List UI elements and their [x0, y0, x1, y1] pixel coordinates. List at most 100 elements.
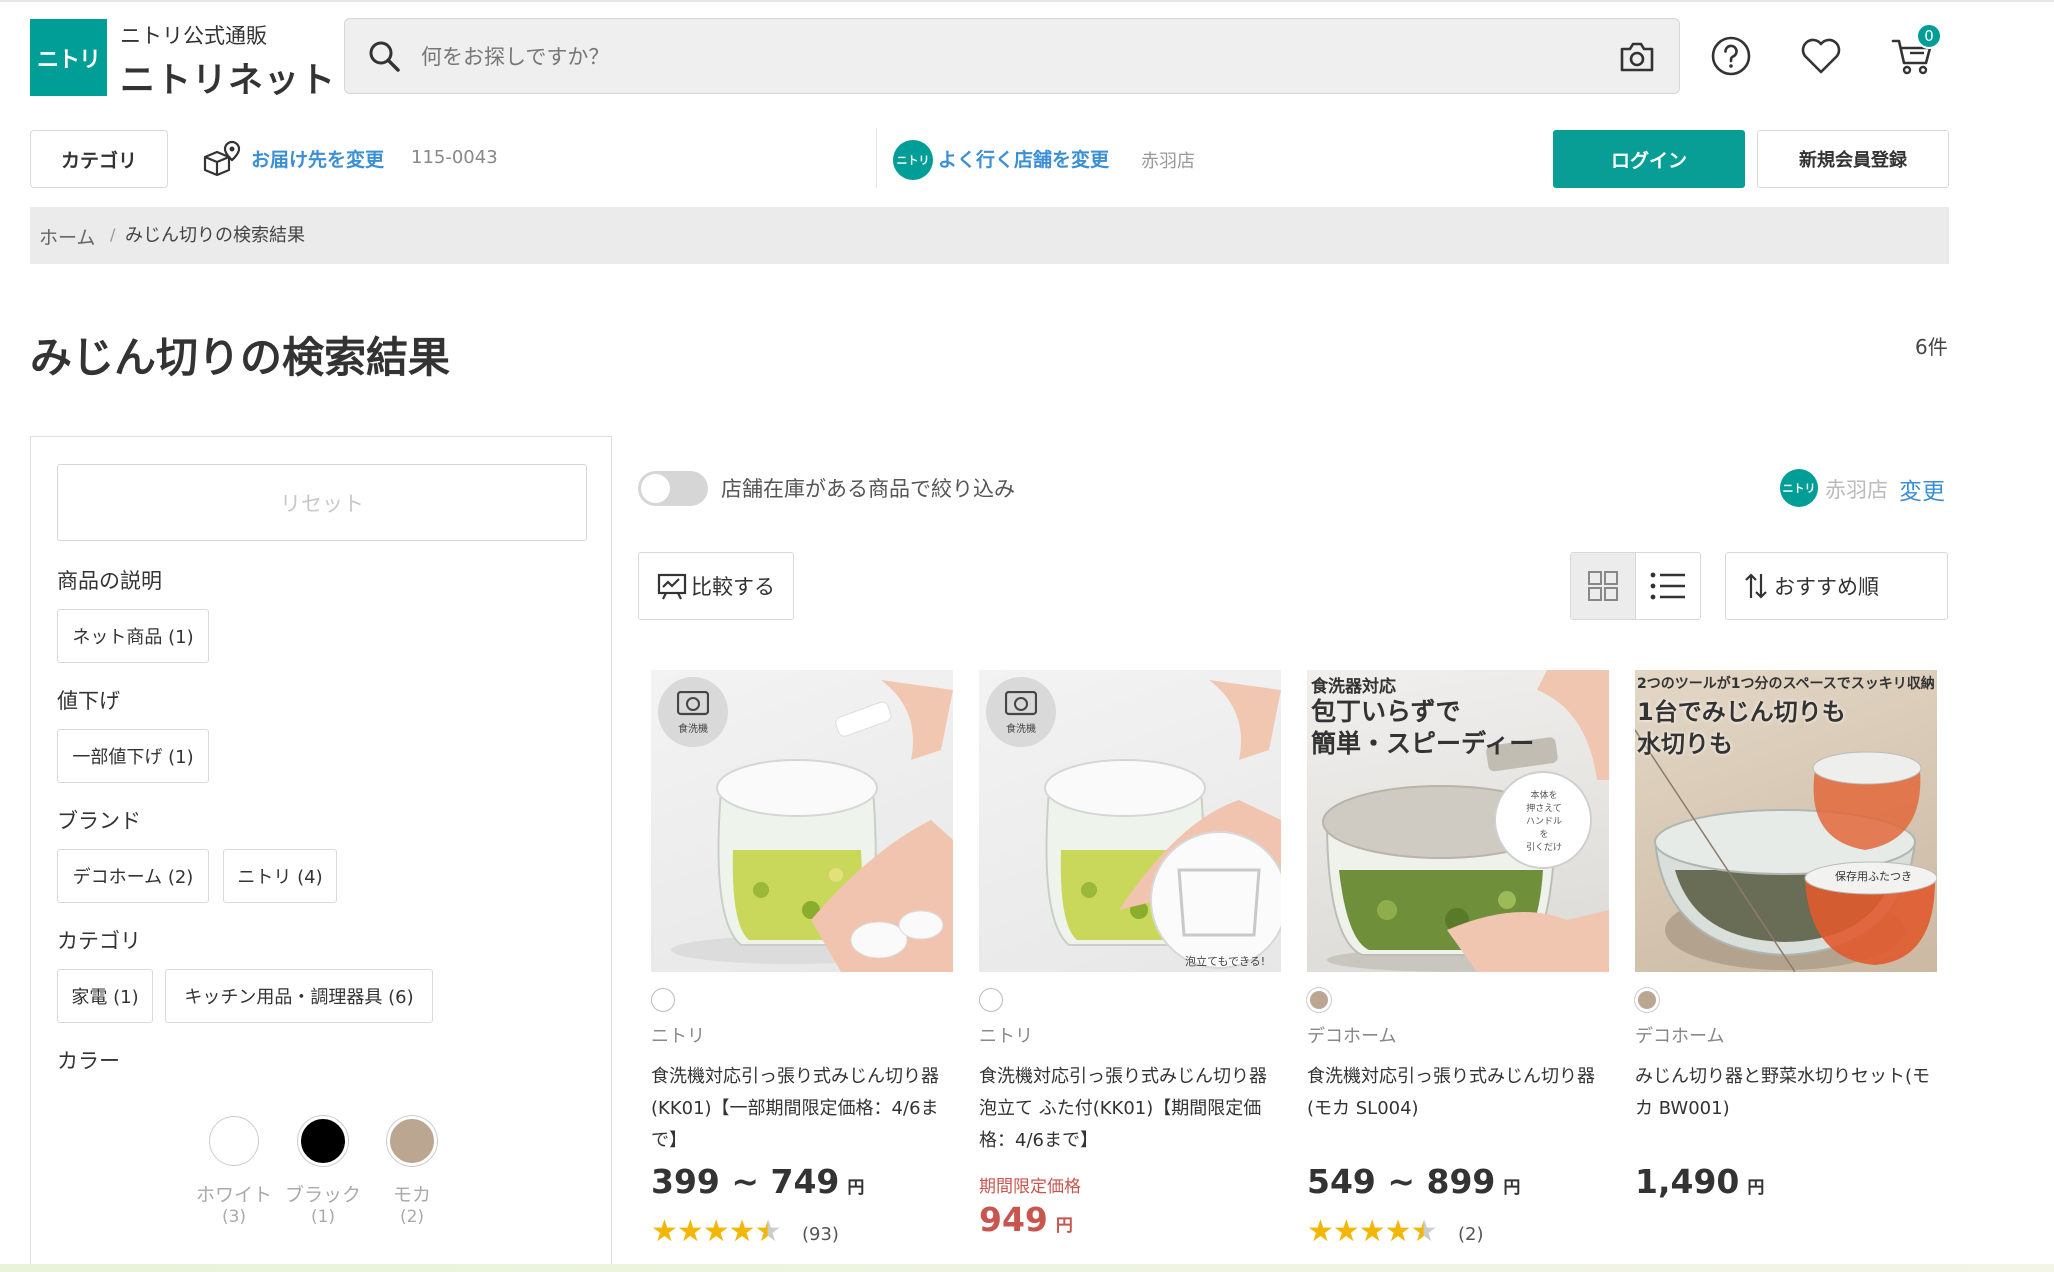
review-count[interactable]: (93) — [802, 1224, 839, 1245]
logo-title[interactable]: ニトリネット — [120, 52, 336, 103]
heart-icon[interactable] — [1798, 35, 1844, 77]
search-input[interactable] — [419, 19, 1543, 95]
product-brand: デコホーム — [1307, 1026, 1397, 1047]
sort-label: おすすめ順 — [1774, 575, 1879, 599]
top-divider — [0, 0, 2054, 2]
filter-chip-brand-decohome[interactable]: デコホーム (2) — [57, 849, 209, 903]
product-brand: ニトリ — [979, 1026, 1033, 1047]
product-color-dot[interactable] — [1307, 988, 1331, 1012]
dishwasher-badge-label: 食洗機 — [1006, 724, 1036, 735]
product-card[interactable]: 食洗器対応 包丁いらずで 簡単・スピーディー 本体を 押さえて ハンドルを 引くだけ デ… — [1307, 670, 1609, 1247]
product-price: 949 円 — [979, 1200, 1073, 1239]
nitori-store-icon: ニトリ — [1780, 469, 1818, 507]
stock-filter-toggle[interactable] — [638, 471, 708, 506]
grid-view-button[interactable] — [1571, 553, 1635, 619]
limited-price-label: 期間限定価格 — [979, 1177, 1081, 1197]
color-swatch-mocha[interactable] — [387, 1116, 437, 1166]
image-overlay-text: 1台でみじん切りも 水切りも — [1637, 698, 1846, 758]
product-name[interactable]: みじん切り器と野菜水切りセット(モカ BW001) — [1635, 1061, 1937, 1125]
filter-heading-brand: ブランド — [57, 809, 141, 833]
search-bar — [344, 18, 1680, 95]
filter-heading-discount: 値下げ — [57, 689, 120, 713]
list-view-icon — [1650, 572, 1685, 600]
filter-chip-category-appliance[interactable]: 家電 (1) — [57, 969, 153, 1023]
divider — [876, 128, 877, 188]
category-button[interactable]: カテゴリ — [30, 130, 168, 188]
filter-chip-category-kitchen[interactable]: キッチン用品・調理器具 (6) — [165, 969, 433, 1023]
color-swatch-black[interactable] — [298, 1116, 348, 1166]
help-icon[interactable] — [1708, 33, 1754, 79]
image-overlay-text: 2つのツールが1つ分のスペースでスッキリ収納 — [1637, 676, 1935, 692]
filter-chip-partial-discount[interactable]: 一部値下げ (1) — [57, 729, 209, 783]
product-image[interactable]: 食洗器対応 包丁いらずで 簡単・スピーディー 本体を 押さえて ハンドルを 引くだけ — [1307, 670, 1609, 972]
product-card[interactable]: 食洗機 泡立てもできる! ニトリ 食洗機対応引っ張り式みじん切り器 泡立て ふた… — [979, 670, 1281, 1239]
dishwasher-badge: 食洗機 — [986, 677, 1056, 747]
product-name[interactable]: 食洗機対応引っ張り式みじん切り器(KK01)【一部期間限定価格：4/6まで】 — [651, 1061, 953, 1157]
product-image[interactable]: 食洗機 — [651, 670, 953, 972]
compare-button[interactable]: 比較する — [638, 552, 794, 620]
grid-view-icon — [1588, 571, 1618, 601]
product-price: 1,490 円 — [1635, 1162, 1765, 1201]
compare-icon — [657, 573, 687, 600]
filter-chip-brand-nitori[interactable]: ニトリ (4) — [223, 849, 337, 903]
nitori-logo[interactable]: ニトリ — [30, 19, 107, 96]
change-store-link[interactable]: よく行く店舗を変更 — [938, 145, 1109, 172]
product-image[interactable]: 食洗機 泡立てもできる! — [979, 670, 1281, 972]
product-brand: デコホーム — [1635, 1026, 1725, 1047]
cart-count-badge: 0 — [1916, 23, 1942, 49]
breadcrumb-current: みじん切りの検索結果 — [125, 225, 305, 246]
delivery-box-icon — [200, 138, 244, 180]
toggle-knob — [641, 474, 670, 503]
search-icon[interactable] — [365, 37, 403, 75]
camera-icon[interactable] — [1617, 37, 1657, 77]
change-delivery-link[interactable]: お届け先を変更 — [251, 145, 384, 172]
product-color-dot[interactable] — [651, 988, 675, 1012]
logo-subtitle: ニトリ公式通販 — [120, 24, 267, 48]
image-caption: 泡立てもできる! — [1185, 955, 1266, 968]
product-color-dot[interactable] — [1635, 988, 1659, 1012]
product-card[interactable]: 食洗機 ニトリ 食洗機対応引っ張り式みじん切り器(KK01)【一部期間限定価格：… — [651, 670, 953, 1247]
dishwasher-badge: 食洗機 — [658, 677, 728, 747]
color-count-mocha: (2) — [399, 1207, 425, 1227]
selected-store-name: 赤羽店 — [1825, 478, 1888, 502]
filter-sidebar: リセット 商品の説明 ネット商品 (1) 値下げ 一部値下げ (1) ブランド … — [30, 436, 612, 1272]
color-label-mocha: モカ — [392, 1184, 431, 1206]
color-swatch-white[interactable] — [209, 1116, 259, 1166]
breadcrumb: ホーム / みじん切りの検索結果 — [30, 207, 1949, 264]
image-callout: 本体を 押さえて ハンドルを 引くだけ — [1525, 791, 1562, 853]
product-price: 549 ~ 899 円 — [1307, 1162, 1521, 1201]
sort-icon — [1745, 573, 1767, 599]
product-color-dot[interactable] — [979, 988, 1003, 1012]
breadcrumb-separator: / — [110, 225, 116, 244]
result-count: 6件 — [1915, 335, 1948, 359]
filter-heading-description: 商品の説明 — [57, 569, 162, 593]
reset-button[interactable]: リセット — [57, 464, 587, 541]
filter-chip-net-product[interactable]: ネット商品 (1) — [57, 609, 209, 663]
sort-dropdown[interactable]: おすすめ順 — [1725, 552, 1948, 620]
product-image[interactable]: 2つのツールが1つ分のスペースでスッキリ収納 1台でみじん切りも 水切りも 保存用… — [1635, 670, 1937, 972]
product-card[interactable]: 2つのツールが1つ分のスペースでスッキリ収納 1台でみじん切りも 水切りも 保存用… — [1635, 670, 1937, 1201]
image-overlay-text: 食洗器対応 — [1311, 677, 1396, 697]
product-name[interactable]: 食洗機対応引っ張り式みじん切り器 泡立て ふた付(KK01)【期間限定価格：4/… — [979, 1061, 1281, 1157]
product-name[interactable]: 食洗機対応引っ張り式みじん切り器(モカ SL004) — [1307, 1061, 1609, 1125]
bottom-edge — [0, 1264, 2054, 1272]
change-store-button[interactable]: 変更 — [1899, 472, 1945, 506]
product-price: 399 ~ 749 円 — [651, 1162, 865, 1201]
review-count[interactable]: (2) — [1458, 1224, 1484, 1245]
dishwasher-badge-label: 食洗機 — [678, 724, 708, 735]
page-title: みじん切りの検索結果 — [30, 333, 451, 382]
image-overlay-text: 包丁いらずで 簡単・スピーディー — [1311, 697, 1535, 758]
login-button[interactable]: ログイン — [1553, 130, 1745, 188]
product-brand: ニトリ — [651, 1026, 705, 1047]
compare-label: 比較する — [691, 575, 775, 599]
register-button[interactable]: 新規会員登録 — [1757, 130, 1949, 188]
filter-heading-color: カラー — [57, 1049, 120, 1073]
rating-stars: ★★★★★ — [1307, 1214, 1437, 1249]
nitori-store-icon: ニトリ — [893, 140, 933, 180]
list-view-button[interactable] — [1635, 553, 1700, 619]
stock-filter-label: 店舗在庫がある商品で絞り込み — [721, 477, 1015, 501]
delivery-zip: 115-0043 — [411, 147, 498, 168]
image-callout: 保存用ふたつき — [1835, 870, 1912, 883]
breadcrumb-home[interactable]: ホーム — [39, 223, 95, 250]
view-toggle — [1570, 552, 1701, 620]
